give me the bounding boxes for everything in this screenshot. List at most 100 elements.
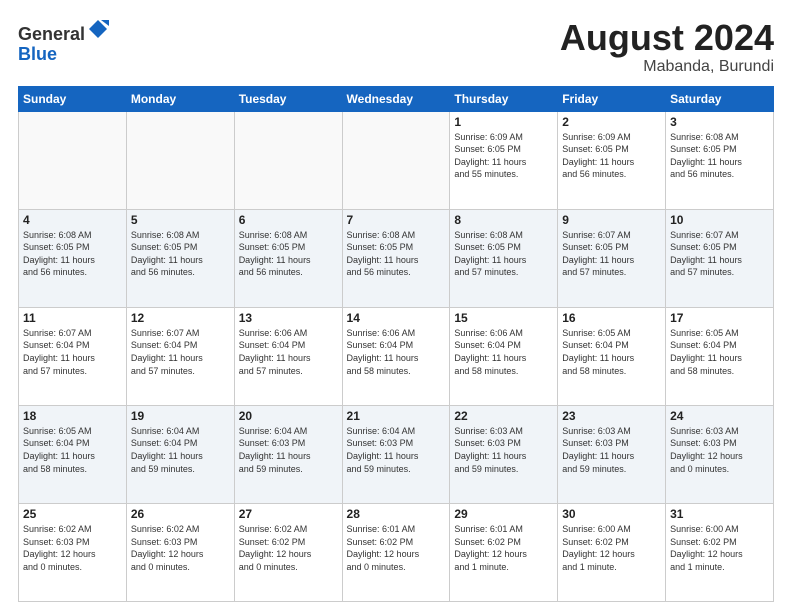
day-info: Sunrise: 6:02 AM Sunset: 6:03 PM Dayligh… xyxy=(23,523,122,573)
day-number: 24 xyxy=(670,409,769,423)
day-info: Sunrise: 6:03 AM Sunset: 6:03 PM Dayligh… xyxy=(670,425,769,475)
calendar-week-row: 1 Sunrise: 6:09 AM Sunset: 6:05 PM Daylig… xyxy=(19,111,774,209)
weekday-header-friday: Friday xyxy=(558,86,666,111)
calendar-cell: 8Sunrise: 6:08 AM Sunset: 6:05 PM Daylig… xyxy=(450,209,558,307)
day-info: Sunrise: 6:01 AM Sunset: 6:02 PM Dayligh… xyxy=(454,523,553,573)
day-number: 11 xyxy=(23,311,122,325)
weekday-header-wednesday: Wednesday xyxy=(342,86,450,111)
calendar-table: SundayMondayTuesdayWednesdayThursdayFrid… xyxy=(18,86,774,602)
calendar-cell: 9 Sunrise: 6:07 AM Sunset: 6:05 PM Daylig… xyxy=(558,209,666,307)
day-info: Sunrise: 6:06 AM Sunset: 6:04 PM Dayligh… xyxy=(454,327,553,377)
calendar-cell: 1 Sunrise: 6:09 AM Sunset: 6:05 PM Daylig… xyxy=(450,111,558,209)
day-info: Sunrise: 6:08 AM Sunset: 6:05 PM Dayligh… xyxy=(347,229,446,279)
day-info: Sunrise: 6:02 AM Sunset: 6:03 PM Dayligh… xyxy=(131,523,230,573)
day-number: 9 xyxy=(562,213,661,227)
calendar-cell: 30Sunrise: 6:00 AM Sunset: 6:02 PM Dayli… xyxy=(558,503,666,601)
day-info: Sunrise: 6:06 AM Sunset: 6:04 PM Dayligh… xyxy=(347,327,446,377)
day-number: 19 xyxy=(131,409,230,423)
calendar-cell: 19 Sunrise: 6:04 AM Sunset: 6:04 PM Dayli… xyxy=(126,405,234,503)
title-block: August 2024 Mabanda, Burundi xyxy=(560,18,774,76)
weekday-header-saturday: Saturday xyxy=(666,86,774,111)
day-number: 18 xyxy=(23,409,122,423)
day-number: 26 xyxy=(131,507,230,521)
day-info: Sunrise: 6:07 AM Sunset: 6:05 PM Dayligh… xyxy=(670,229,769,279)
month-year: August 2024 xyxy=(560,18,774,58)
day-number: 2 xyxy=(562,115,661,129)
calendar-cell: 21Sunrise: 6:04 AM Sunset: 6:03 PM Dayli… xyxy=(342,405,450,503)
day-info: Sunrise: 6:04 AM Sunset: 6:04 PM Dayligh… xyxy=(131,425,230,475)
day-info: Sunrise: 6:06 AM Sunset: 6:04 PM Dayligh… xyxy=(239,327,338,377)
calendar-cell: 15 Sunrise: 6:06 AM Sunset: 6:04 PM Dayli… xyxy=(450,307,558,405)
day-info: Sunrise: 6:05 AM Sunset: 6:04 PM Dayligh… xyxy=(670,327,769,377)
day-number: 16 xyxy=(562,311,661,325)
day-info: Sunrise: 6:07 AM Sunset: 6:04 PM Dayligh… xyxy=(131,327,230,377)
day-number: 7 xyxy=(347,213,446,227)
calendar-cell: 26 Sunrise: 6:02 AM Sunset: 6:03 PM Dayli… xyxy=(126,503,234,601)
calendar-header-row: SundayMondayTuesdayWednesdayThursdayFrid… xyxy=(19,86,774,111)
day-info: Sunrise: 6:00 AM Sunset: 6:02 PM Dayligh… xyxy=(670,523,769,573)
weekday-header-sunday: Sunday xyxy=(19,86,127,111)
day-number: 14 xyxy=(347,311,446,325)
calendar-cell: 20Sunrise: 6:04 AM Sunset: 6:03 PM Dayli… xyxy=(234,405,342,503)
day-number: 25 xyxy=(23,507,122,521)
header: General Blue August 2024 Mabanda, Burund… xyxy=(18,18,774,76)
day-info: Sunrise: 6:03 AM Sunset: 6:03 PM Dayligh… xyxy=(562,425,661,475)
calendar-cell: 31 Sunrise: 6:00 AM Sunset: 6:02 PM Dayli… xyxy=(666,503,774,601)
day-info: Sunrise: 6:04 AM Sunset: 6:03 PM Dayligh… xyxy=(347,425,446,475)
day-info: Sunrise: 6:01 AM Sunset: 6:02 PM Dayligh… xyxy=(347,523,446,573)
calendar-cell: 5 Sunrise: 6:08 AM Sunset: 6:05 PM Daylig… xyxy=(126,209,234,307)
calendar-cell: 2 Sunrise: 6:09 AM Sunset: 6:05 PM Daylig… xyxy=(558,111,666,209)
calendar-week-row: 11 Sunrise: 6:07 AM Sunset: 6:04 PM Dayli… xyxy=(19,307,774,405)
day-info: Sunrise: 6:08 AM Sunset: 6:05 PM Dayligh… xyxy=(131,229,230,279)
calendar-cell: 18 Sunrise: 6:05 AM Sunset: 6:04 PM Dayli… xyxy=(19,405,127,503)
calendar-cell: 10 Sunrise: 6:07 AM Sunset: 6:05 PM Dayli… xyxy=(666,209,774,307)
calendar-week-row: 4Sunrise: 6:08 AM Sunset: 6:05 PM Daylig… xyxy=(19,209,774,307)
calendar-cell xyxy=(126,111,234,209)
day-number: 17 xyxy=(670,311,769,325)
day-info: Sunrise: 6:05 AM Sunset: 6:04 PM Dayligh… xyxy=(23,425,122,475)
calendar-cell: 13Sunrise: 6:06 AM Sunset: 6:04 PM Dayli… xyxy=(234,307,342,405)
page: General Blue August 2024 Mabanda, Burund… xyxy=(0,0,792,612)
calendar-cell: 17 Sunrise: 6:05 AM Sunset: 6:04 PM Dayli… xyxy=(666,307,774,405)
day-number: 3 xyxy=(670,115,769,129)
calendar-cell: 28 Sunrise: 6:01 AM Sunset: 6:02 PM Dayli… xyxy=(342,503,450,601)
day-number: 29 xyxy=(454,507,553,521)
logo-blue-text: Blue xyxy=(18,44,57,64)
day-info: Sunrise: 6:09 AM Sunset: 6:05 PM Dayligh… xyxy=(454,131,553,181)
calendar-cell: 16Sunrise: 6:05 AM Sunset: 6:04 PM Dayli… xyxy=(558,307,666,405)
calendar-cell xyxy=(342,111,450,209)
day-number: 5 xyxy=(131,213,230,227)
day-number: 22 xyxy=(454,409,553,423)
day-number: 28 xyxy=(347,507,446,521)
day-info: Sunrise: 6:00 AM Sunset: 6:02 PM Dayligh… xyxy=(562,523,661,573)
day-info: Sunrise: 6:02 AM Sunset: 6:02 PM Dayligh… xyxy=(239,523,338,573)
day-info: Sunrise: 6:09 AM Sunset: 6:05 PM Dayligh… xyxy=(562,131,661,181)
day-number: 27 xyxy=(239,507,338,521)
calendar-cell: 25 Sunrise: 6:02 AM Sunset: 6:03 PM Dayli… xyxy=(19,503,127,601)
calendar-cell: 24 Sunrise: 6:03 AM Sunset: 6:03 PM Dayli… xyxy=(666,405,774,503)
day-number: 12 xyxy=(131,311,230,325)
calendar-cell: 22 Sunrise: 6:03 AM Sunset: 6:03 PM Dayli… xyxy=(450,405,558,503)
logo: General Blue xyxy=(18,18,109,65)
day-number: 20 xyxy=(239,409,338,423)
calendar-cell: 23 Sunrise: 6:03 AM Sunset: 6:03 PM Dayli… xyxy=(558,405,666,503)
calendar-cell: 3 Sunrise: 6:08 AM Sunset: 6:05 PM Daylig… xyxy=(666,111,774,209)
day-number: 15 xyxy=(454,311,553,325)
day-info: Sunrise: 6:03 AM Sunset: 6:03 PM Dayligh… xyxy=(454,425,553,475)
day-number: 23 xyxy=(562,409,661,423)
day-info: Sunrise: 6:07 AM Sunset: 6:05 PM Dayligh… xyxy=(562,229,661,279)
day-number: 31 xyxy=(670,507,769,521)
calendar-cell: 4Sunrise: 6:08 AM Sunset: 6:05 PM Daylig… xyxy=(19,209,127,307)
logo-general-text: General xyxy=(18,24,85,44)
day-number: 10 xyxy=(670,213,769,227)
calendar-week-row: 25 Sunrise: 6:02 AM Sunset: 6:03 PM Dayli… xyxy=(19,503,774,601)
logo-icon xyxy=(87,18,109,40)
day-number: 6 xyxy=(239,213,338,227)
day-info: Sunrise: 6:07 AM Sunset: 6:04 PM Dayligh… xyxy=(23,327,122,377)
day-number: 1 xyxy=(454,115,553,129)
day-info: Sunrise: 6:08 AM Sunset: 6:05 PM Dayligh… xyxy=(23,229,122,279)
calendar-cell: 29 Sunrise: 6:01 AM Sunset: 6:02 PM Dayli… xyxy=(450,503,558,601)
day-info: Sunrise: 6:08 AM Sunset: 6:05 PM Dayligh… xyxy=(670,131,769,181)
weekday-header-thursday: Thursday xyxy=(450,86,558,111)
day-info: Sunrise: 6:08 AM Sunset: 6:05 PM Dayligh… xyxy=(239,229,338,279)
